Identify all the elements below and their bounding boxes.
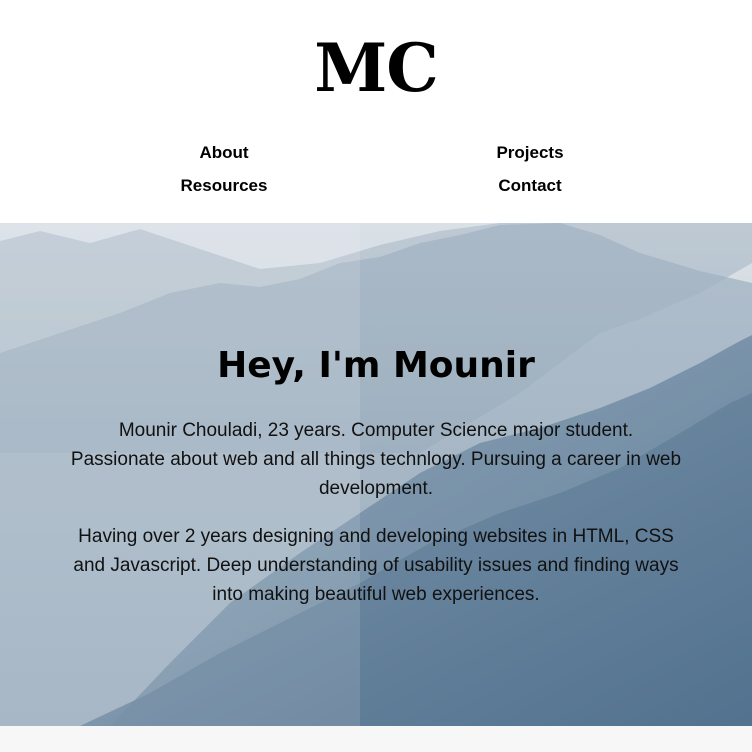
page: MC About Projects Resources Contact Hey,… — [0, 0, 752, 752]
hero-intro-paragraph: Mounir Chouladi, 23 years. Computer Scie… — [70, 420, 682, 499]
hero-heading: Hey, I'm Mounir — [217, 345, 535, 386]
site-logo[interactable]: MC — [0, 30, 752, 106]
nav-link-about[interactable]: About — [124, 142, 324, 164]
nav-link-resources[interactable]: Resources — [124, 175, 324, 197]
hero-experience-paragraph: Having over 2 years designing and develo… — [73, 526, 679, 605]
hero-section: Hey, I'm Mounir Mounir Chouladi, 23 year… — [0, 223, 752, 726]
nav-link-projects[interactable]: Projects — [430, 142, 630, 164]
next-section-edge — [0, 726, 752, 752]
nav-link-contact[interactable]: Contact — [430, 175, 630, 197]
site-header: MC About Projects Resources Contact — [0, 0, 752, 223]
